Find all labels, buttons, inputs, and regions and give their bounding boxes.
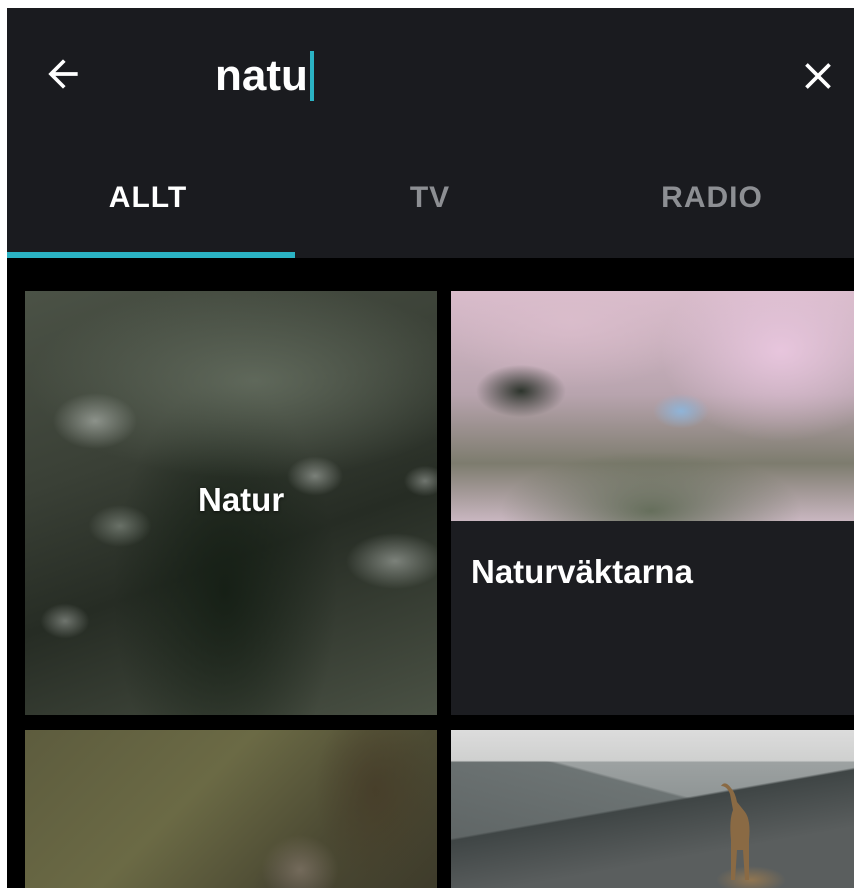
thumbnail-image <box>451 291 854 521</box>
result-card-naturvaktarna[interactable]: Naturväktarna <box>451 291 854 715</box>
tab-label: RADIO <box>661 181 763 214</box>
search-query: natu <box>215 51 308 100</box>
clear-search-button[interactable] <box>790 48 846 104</box>
result-card-owl[interactable] <box>25 730 437 888</box>
result-title: Natur <box>198 481 285 518</box>
tab-label: ALLT <box>108 181 188 214</box>
tab-radio[interactable]: RADIO <box>571 138 853 258</box>
text-caret <box>309 51 314 101</box>
app-screen: natu ALLT TV RADIO Natur Naturväktarna <box>7 8 854 888</box>
result-card-mountain[interactable] <box>451 730 854 888</box>
result-title: Naturväktarna <box>471 553 693 590</box>
back-button[interactable] <box>35 46 91 102</box>
tab-tv[interactable]: TV <box>289 138 571 258</box>
arrow-left-icon <box>48 59 78 89</box>
result-card-natur[interactable]: Natur <box>25 291 437 715</box>
ibex-silhouette <box>721 783 750 880</box>
thumbnail-image <box>451 730 854 888</box>
category-tabs: ALLT TV RADIO <box>7 138 854 258</box>
search-bar: natu <box>7 8 854 138</box>
search-input[interactable]: natu <box>215 48 314 104</box>
thumbnail-image <box>25 730 437 888</box>
tab-label: TV <box>409 181 451 214</box>
tab-allt[interactable]: ALLT <box>7 138 295 258</box>
close-icon <box>805 63 831 89</box>
